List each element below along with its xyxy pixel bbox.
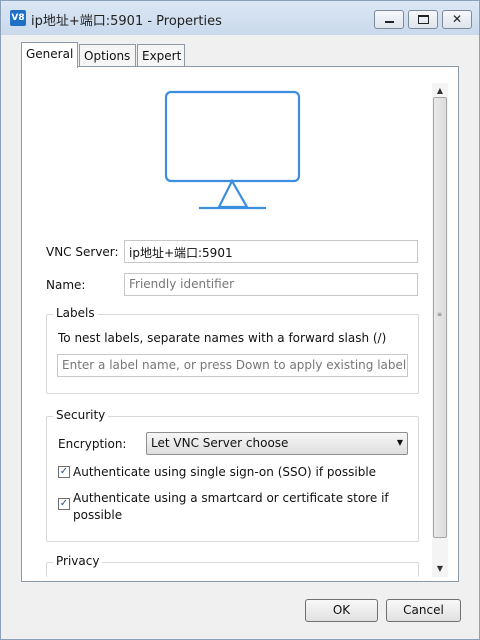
privacy-group: Privacy bbox=[46, 554, 419, 577]
cancel-button[interactable]: Cancel bbox=[386, 599, 461, 622]
smartcard-checkbox[interactable]: ✓ bbox=[58, 498, 70, 510]
maximize-button[interactable] bbox=[408, 10, 438, 29]
privacy-group-title: Privacy bbox=[53, 554, 103, 568]
title-bar[interactable]: V8 ip地址+端口:5901 - Properties ✕ bbox=[1, 1, 479, 35]
label-input[interactable]: Enter a label name, or press Down to app… bbox=[57, 354, 408, 377]
encryption-label: Encryption: bbox=[58, 437, 127, 451]
sso-checkbox[interactable]: ✓ bbox=[58, 466, 70, 478]
minimize-icon bbox=[385, 21, 394, 23]
smartcard-label-continued[interactable]: possible bbox=[73, 508, 122, 522]
vnc-server-field[interactable]: ip地址+端口:5901 bbox=[124, 240, 418, 263]
grip-icon: ≡ bbox=[437, 311, 443, 318]
monitor-icon bbox=[164, 90, 301, 210]
scrollbar-thumb[interactable]: ≡ bbox=[433, 97, 447, 538]
window-title: ip地址+端口:5901 - Properties bbox=[31, 14, 222, 29]
smartcard-label[interactable]: Authenticate using a smartcard or certif… bbox=[73, 491, 389, 505]
app-icon: V8 bbox=[10, 10, 26, 26]
name-label: Name: bbox=[46, 278, 86, 292]
scroll-down-icon[interactable]: ▼ bbox=[432, 561, 448, 577]
labels-hint: To nest labels, separate names with a fo… bbox=[58, 331, 387, 345]
name-field[interactable]: Friendly identifier bbox=[124, 273, 418, 296]
close-icon: ✕ bbox=[451, 12, 463, 26]
chevron-down-icon: ▼ bbox=[396, 438, 403, 447]
vertical-scrollbar[interactable]: ▲ ≡ ▼ bbox=[432, 83, 448, 577]
tab-options[interactable]: Options bbox=[79, 44, 136, 67]
vnc-server-label: VNC Server: bbox=[46, 245, 119, 259]
tab-expert[interactable]: Expert bbox=[137, 44, 185, 67]
encryption-value: Let VNC Server choose bbox=[151, 436, 289, 450]
properties-window: V8 ip地址+端口:5901 - Properties ✕ General O… bbox=[0, 0, 480, 640]
close-button[interactable]: ✕ bbox=[442, 10, 472, 29]
minimize-button[interactable] bbox=[374, 10, 404, 29]
tab-general[interactable]: General bbox=[21, 42, 78, 68]
maximize-icon bbox=[418, 15, 429, 24]
labels-group-title: Labels bbox=[53, 306, 98, 320]
sso-label[interactable]: Authenticate using single sign-on (SSO) … bbox=[73, 465, 376, 479]
encryption-select[interactable]: Let VNC Server choose ▼ bbox=[146, 432, 408, 455]
security-group-title: Security bbox=[53, 408, 109, 422]
ok-button[interactable]: OK bbox=[305, 599, 378, 622]
